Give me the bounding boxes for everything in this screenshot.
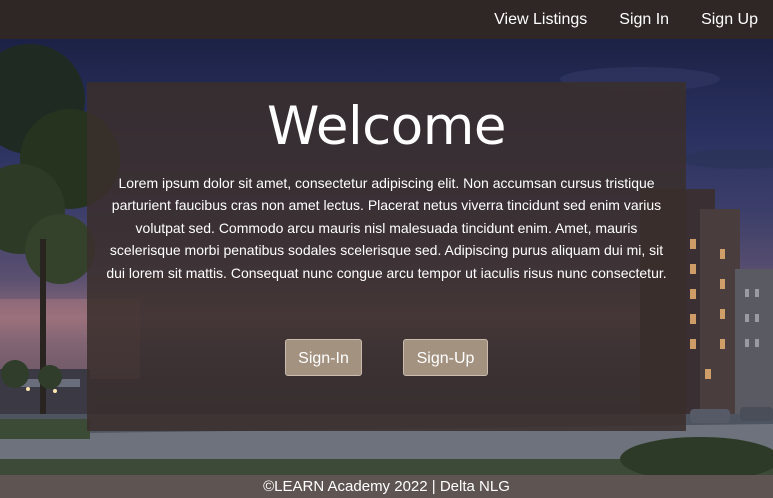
welcome-card: Welcome Lorem ipsum dolor sit amet, cons… bbox=[87, 82, 686, 431]
nav-sign-up[interactable]: Sign Up bbox=[701, 11, 758, 29]
landing-page: View Listings Sign In Sign Up Welcome Lo… bbox=[0, 0, 773, 498]
sign-in-button[interactable]: Sign-In bbox=[285, 339, 362, 376]
auth-buttons: Sign-In Sign-Up bbox=[87, 339, 686, 378]
sign-up-button[interactable]: Sign-Up bbox=[403, 339, 488, 376]
nav-sign-in[interactable]: Sign In bbox=[619, 11, 669, 29]
welcome-heading: Welcome bbox=[267, 96, 506, 157]
top-navbar: View Listings Sign In Sign Up bbox=[0, 0, 773, 39]
page-footer: ©LEARN Academy 2022 | Delta NLG bbox=[0, 475, 773, 498]
welcome-description: Lorem ipsum dolor sit amet, consectetur … bbox=[106, 175, 667, 281]
nav-view-listings[interactable]: View Listings bbox=[494, 11, 587, 29]
